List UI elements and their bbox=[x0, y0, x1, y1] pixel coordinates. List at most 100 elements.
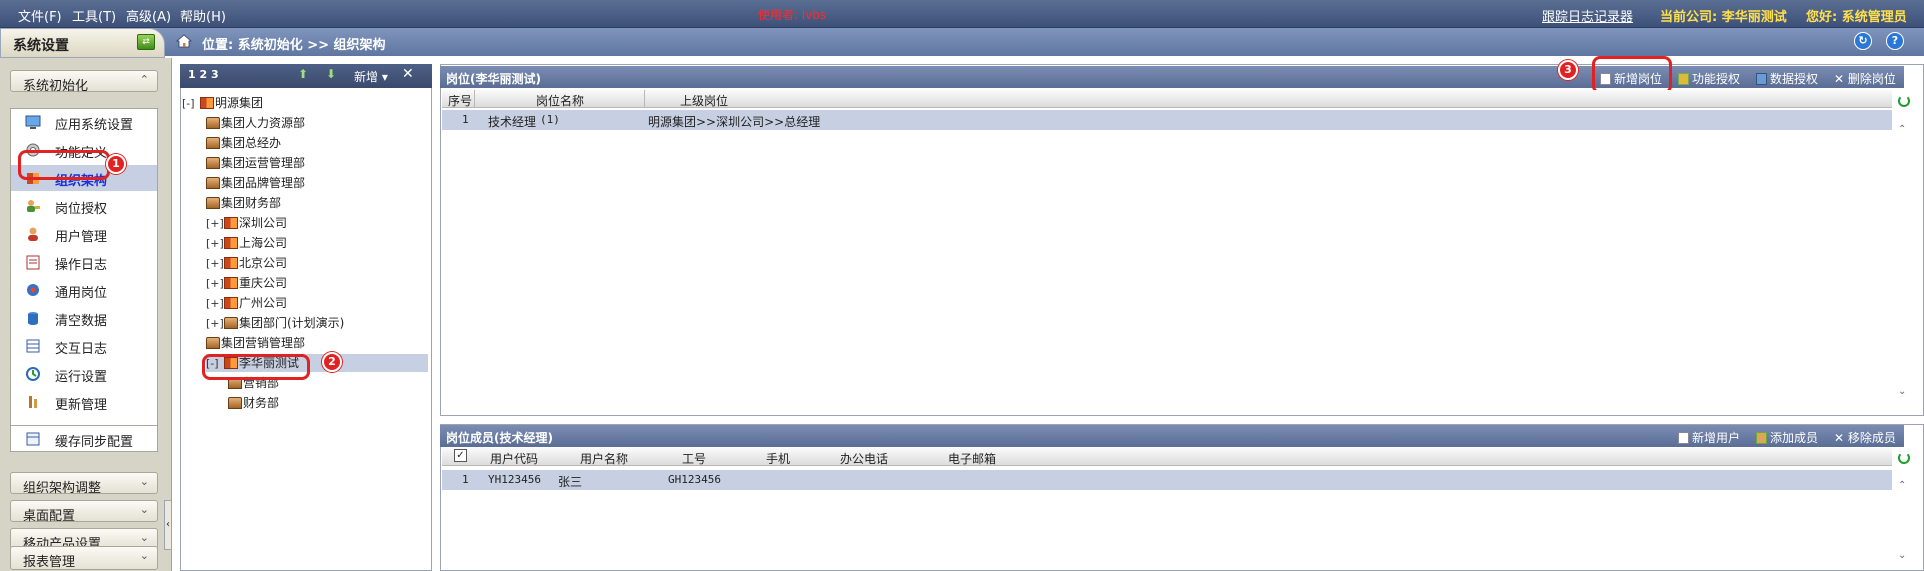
add-user-button[interactable]: 新增用户 bbox=[1678, 429, 1740, 446]
menu-file[interactable]: 文件(F) bbox=[18, 6, 62, 25]
tree-node[interactable]: [+] 重庆公司 bbox=[206, 274, 287, 292]
sidebar-item-update-mgmt[interactable]: 更新管理 bbox=[11, 389, 157, 415]
users-icon bbox=[1756, 432, 1767, 444]
log-icon bbox=[25, 254, 41, 270]
sidebar-item-run-settings[interactable]: 运行设置 bbox=[11, 361, 157, 387]
department-icon bbox=[228, 397, 242, 409]
col-user-name: 用户名称 bbox=[580, 452, 629, 466]
expand-node-icon[interactable]: [+] bbox=[206, 297, 224, 310]
remove-member-button[interactable]: ✕ 移除成员 bbox=[1834, 429, 1896, 446]
add-member-button[interactable]: 添加成员 bbox=[1756, 429, 1818, 446]
function-auth-button[interactable]: 功能授权 bbox=[1678, 70, 1740, 87]
refresh-app-icon[interactable]: ↻ bbox=[1854, 32, 1872, 50]
tree-node[interactable]: [+] 上海公司 bbox=[206, 234, 287, 252]
switch-module-icon[interactable]: ⇄ bbox=[137, 34, 155, 50]
sidebar-item-label: 清空数据 bbox=[55, 314, 108, 329]
tree-node[interactable]: 财务部 bbox=[228, 394, 279, 412]
section-org-adjust[interactable]: 组织架构调整 ⌄ bbox=[10, 472, 158, 496]
positions-title: 岗位(李华丽测试) bbox=[446, 72, 541, 86]
menu-tools[interactable]: 工具(T) bbox=[72, 6, 116, 25]
scroll-down-icon[interactable]: ⌄ bbox=[1898, 386, 1906, 397]
sidebar-item-interaction-log[interactable]: 交互日志 bbox=[11, 333, 157, 359]
sidebar-item-op-log[interactable]: 操作日志 bbox=[11, 249, 157, 275]
sidebar-collapse-handle[interactable]: ‹ bbox=[164, 500, 172, 550]
tree-node[interactable]: 集团总经办 bbox=[206, 134, 281, 152]
refresh-members-icon[interactable] bbox=[1898, 452, 1910, 464]
company-icon bbox=[224, 257, 238, 269]
company-icon bbox=[224, 237, 238, 249]
scroll-up-icon[interactable]: ⌃ bbox=[1898, 124, 1906, 135]
refresh-positions-icon[interactable] bbox=[1898, 95, 1910, 107]
sidebar-item-post-auth[interactable]: 岗位授权 bbox=[11, 193, 157, 219]
sidebar-item-clear-data[interactable]: 清空数据 bbox=[11, 305, 157, 331]
expand-node-icon[interactable]: [+] bbox=[206, 237, 224, 250]
tree-node[interactable]: 集团运营管理部 bbox=[206, 154, 305, 172]
move-up-icon[interactable]: ⬆ bbox=[298, 67, 308, 81]
database-icon bbox=[25, 310, 41, 326]
department-icon bbox=[206, 337, 220, 349]
row-index: 1 bbox=[462, 113, 469, 126]
sidebar-item-label: 缓存同步配置 bbox=[55, 435, 134, 450]
tree-node-label: 明源集团 bbox=[215, 96, 264, 110]
table-row[interactable]: 1 YH123456 张三 GH123456 bbox=[442, 470, 1892, 490]
expand-node-icon[interactable]: [+] bbox=[206, 257, 224, 270]
parent-post: 明源集团>>深圳公司>>总经理 bbox=[648, 115, 821, 129]
tree-node[interactable]: [+] 北京公司 bbox=[206, 254, 287, 272]
help-icon[interactable]: ? bbox=[1886, 32, 1904, 50]
department-icon bbox=[206, 157, 220, 169]
move-down-icon[interactable]: ⬇ bbox=[326, 67, 336, 81]
highlight-add-position bbox=[1592, 56, 1672, 94]
sidebar-item-common-post[interactable]: 通用岗位 bbox=[11, 277, 157, 303]
collapse-node-icon[interactable]: [-] bbox=[182, 97, 200, 110]
sidebar-item-app-settings[interactable]: 应用系统设置 bbox=[11, 109, 157, 135]
tree-node-label: 北京公司 bbox=[239, 256, 288, 270]
menu-help[interactable]: 帮助(H) bbox=[180, 6, 226, 25]
function-auth-label: 功能授权 bbox=[1692, 72, 1741, 86]
tree-node[interactable]: 集团营销管理部 bbox=[206, 334, 305, 352]
company-icon bbox=[224, 277, 238, 289]
sidebar-item-label: 用户管理 bbox=[55, 230, 108, 245]
close-icon[interactable]: ✕ bbox=[402, 66, 414, 82]
sidebar-item-user-mgmt[interactable]: 用户管理 bbox=[11, 221, 157, 247]
menu-advanced[interactable]: 高级(A) bbox=[126, 6, 171, 25]
tree-level-buttons[interactable]: 1 2 3 bbox=[188, 68, 219, 81]
system-settings-tab[interactable]: 系统设置 ⇄ bbox=[0, 28, 165, 58]
sidebar-item-label: 更新管理 bbox=[55, 398, 108, 413]
home-icon[interactable] bbox=[175, 34, 193, 48]
scroll-up-icon[interactable]: ⌃ bbox=[1898, 480, 1906, 491]
section-system-init[interactable]: 系统初始化 ⌃ bbox=[10, 70, 158, 94]
expand-node-icon[interactable]: [+] bbox=[206, 277, 224, 290]
tree-node[interactable]: 集团人力资源部 bbox=[206, 114, 305, 132]
delete-position-button[interactable]: ✕ 删除岗位 bbox=[1834, 70, 1896, 87]
data-key-icon bbox=[1756, 73, 1767, 85]
tree-node[interactable]: [+] 深圳公司 bbox=[206, 214, 287, 232]
trace-log-link[interactable]: 跟踪日志记录器 bbox=[1542, 6, 1633, 25]
scroll-down-icon[interactable]: ⌄ bbox=[1898, 550, 1906, 561]
table-row[interactable]: 1 技术经理 (1) 明源集团>>深圳公司>>总经理 bbox=[442, 110, 1892, 130]
section-report-mgmt[interactable]: 报表管理 ⌄ bbox=[10, 546, 158, 570]
col-parent-post: 上级岗位 bbox=[680, 94, 729, 108]
tree-node[interactable]: 集团品牌管理部 bbox=[206, 174, 305, 192]
tree-node[interactable]: [+] 广州公司 bbox=[206, 294, 287, 312]
chevron-down-icon: ⌄ bbox=[139, 549, 149, 562]
delete-position-label: 删除岗位 bbox=[1847, 72, 1896, 86]
col-email: 电子邮箱 bbox=[948, 452, 997, 466]
tree-node-label: 集团营销管理部 bbox=[221, 336, 306, 350]
tree-node[interactable]: 集团财务部 bbox=[206, 194, 281, 212]
data-auth-button[interactable]: 数据授权 bbox=[1756, 70, 1818, 87]
col-office-phone: 办公电话 bbox=[840, 452, 889, 466]
tree-node[interactable]: [+] 集团部门(计划演示) bbox=[206, 314, 344, 332]
expand-node-icon[interactable]: [+] bbox=[206, 317, 224, 330]
section-label: 桌面配置 bbox=[23, 509, 76, 524]
members-title: 岗位成员(技术经理) bbox=[446, 431, 553, 445]
members-header: 岗位成员(技术经理) 新增用户 添加成员 ✕ 移除成员 bbox=[440, 425, 1904, 447]
select-all-checkbox[interactable]: ✓ bbox=[454, 449, 467, 462]
positions-header: 岗位(李华丽测试) 新增岗位 功能授权 数据授权 ✕ 删除岗位 bbox=[440, 66, 1904, 88]
add-member-label: 添加成员 bbox=[1770, 431, 1819, 445]
tree-node[interactable]: [-] 明源集团 bbox=[182, 94, 263, 112]
data-auth-label: 数据授权 bbox=[1770, 72, 1819, 86]
tree-new-button[interactable]: 新增 ▾ bbox=[354, 68, 388, 85]
sidebar-item-cache-sync[interactable]: 缓存同步配置 bbox=[10, 426, 158, 452]
expand-node-icon[interactable]: [+] bbox=[206, 217, 224, 230]
section-desktop-config[interactable]: 桌面配置 ⌄ bbox=[10, 500, 158, 524]
